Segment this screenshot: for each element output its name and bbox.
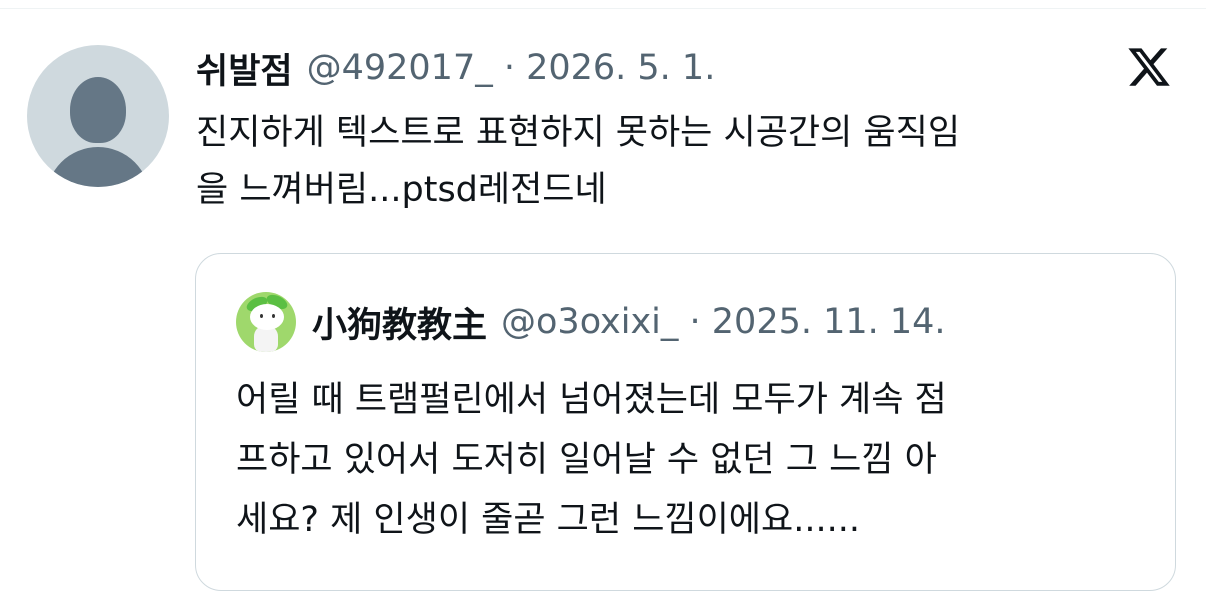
quote-author-name[interactable]: 小狗教教主 [312,297,487,348]
tweet-text: 진지하게 텍스트로 표현하지 못하는 시공간의 움직임 을 느껴버림...pts… [196,113,961,210]
author-handle-date[interactable]: @492017_ · 2026. 5. 1. [307,48,716,88]
character-eye [272,314,275,318]
character-head [250,304,284,330]
tweet-header: 쉬발점 @492017_ · 2026. 5. 1. [196,42,715,94]
default-avatar-icon[interactable] [27,45,169,187]
quote-handle-date[interactable]: @o3oxixi_ · 2025. 11. 14. [501,302,946,342]
avatar-body [46,147,150,187]
author-name[interactable]: 쉬발점 [196,43,293,94]
character-eye [260,314,263,318]
quote-text: 어릴 때 트램펄린에서 넘어졌는데 모두가 계속 점 프하고 있어서 도저히 일… [236,380,947,540]
x-logo-icon[interactable] [1125,44,1173,90]
quote-tweet-card[interactable]: 小狗教教主 @o3oxixi_ · 2025. 11. 14. 어릴 때 트램펄… [195,253,1176,591]
quote-header: 小狗教教主 @o3oxixi_ · 2025. 11. 14. [312,298,946,346]
avatar-head [70,77,126,143]
character-avatar-icon[interactable] [236,292,296,352]
top-divider [0,8,1206,9]
